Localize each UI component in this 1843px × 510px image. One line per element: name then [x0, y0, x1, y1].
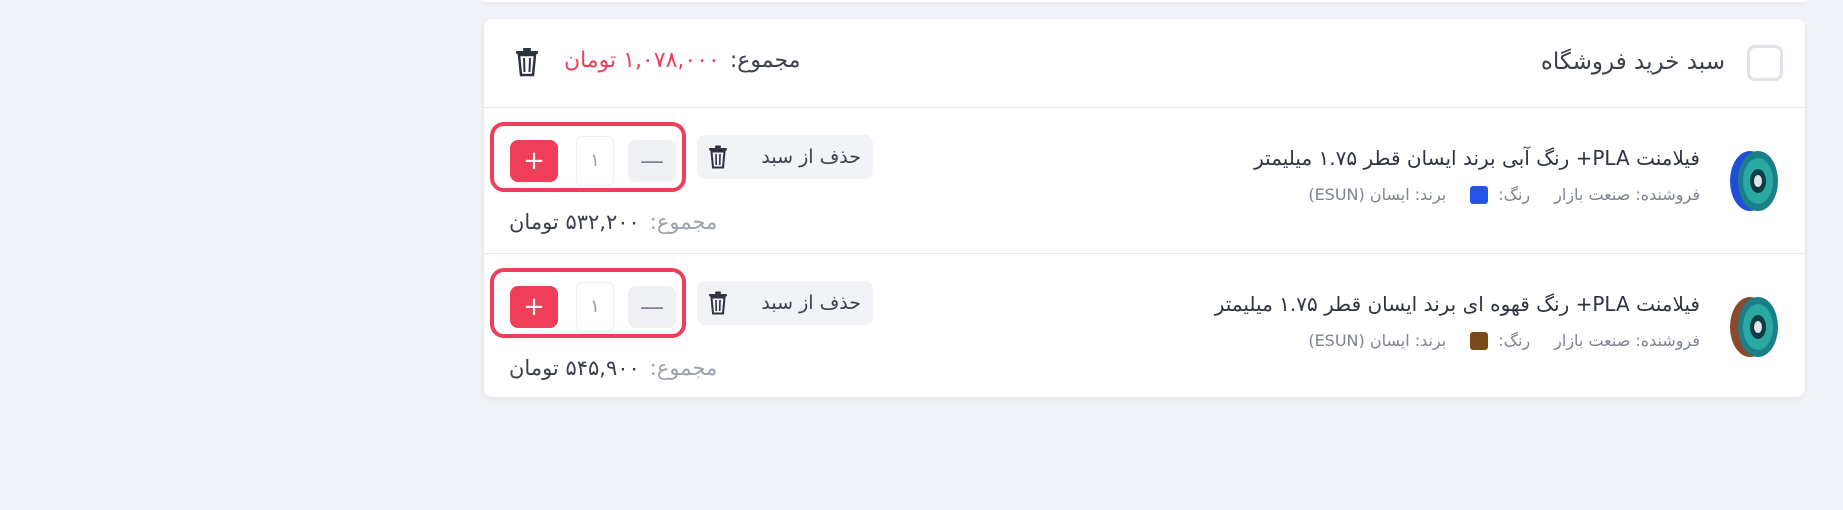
seller-label: فروشنده: صنعت بازار	[1554, 331, 1700, 350]
quantity-field[interactable]: ۱	[576, 282, 614, 332]
filament-spool-image[interactable]	[1726, 149, 1782, 213]
filament-spool-image[interactable]	[1726, 295, 1782, 359]
previous-card-edge	[484, 0, 1805, 2]
product-title[interactable]: فیلامنت PLA+ رنگ قهوه ای برند ایسان قطر …	[1215, 292, 1700, 316]
trash-icon[interactable]	[511, 45, 543, 79]
increase-quantity-button[interactable]: +	[510, 286, 558, 328]
quantity-field[interactable]: ۱	[576, 136, 614, 186]
item-total-label: مجموع:	[649, 210, 718, 234]
color-label: رنگ:	[1498, 185, 1531, 204]
item-total: مجموع: ۵۴۵,۹۰۰ تومان	[509, 356, 717, 380]
decrease-quantity-button[interactable]: —	[628, 286, 676, 328]
color-info: رنگ:	[1470, 331, 1530, 350]
remove-from-cart-button[interactable]: حذف از سبد	[697, 281, 873, 325]
color-info: رنگ:	[1470, 185, 1530, 204]
item-total-label: مجموع:	[649, 356, 718, 380]
cart-header: سبد خرید فروشگاه مجموع: ۱,۰۷۸,۰۰۰ تومان	[484, 19, 1805, 108]
color-swatch	[1470, 185, 1489, 204]
product-meta: فروشنده: صنعت بازار رنگ: برند: ایسان (ES…	[1308, 185, 1700, 204]
trash-icon	[705, 290, 731, 316]
quantity-stepper: + ۱ —	[490, 268, 686, 338]
item-total-value: ۵۴۵,۹۰۰ تومان	[509, 356, 640, 380]
select-all-checkbox[interactable]	[1747, 45, 1783, 81]
decrease-quantity-button[interactable]: —	[628, 140, 676, 182]
product-meta: فروشنده: صنعت بازار رنگ: برند: ایسان (ES…	[1308, 331, 1700, 350]
brand-label: برند: ایسان (ESUN)	[1308, 331, 1447, 350]
cart-title: سبد خرید فروشگاه	[1540, 49, 1725, 75]
cart-total-value: ۱,۰۷۸,۰۰۰ تومان	[564, 48, 720, 73]
increase-quantity-button[interactable]: +	[510, 140, 558, 182]
color-swatch	[1470, 331, 1489, 350]
cart-total-label: مجموع:	[729, 48, 801, 73]
cart-card: سبد خرید فروشگاه مجموع: ۱,۰۷۸,۰۰۰ تومان	[484, 19, 1805, 397]
cart-item: فیلامنت PLA+ رنگ قهوه ای برند ایسان قطر …	[484, 254, 1805, 400]
item-total: مجموع: ۵۳۲,۲۰۰ تومان	[509, 210, 717, 234]
brand-label: برند: ایسان (ESUN)	[1308, 185, 1447, 204]
cart-item: فیلامنت PLA+ رنگ آبی برند ایسان قطر ۱.۷۵…	[484, 108, 1805, 254]
remove-label: حذف از سبد	[761, 146, 861, 168]
trash-icon	[705, 144, 731, 170]
quantity-stepper: + ۱ —	[490, 122, 686, 192]
remove-label: حذف از سبد	[761, 292, 861, 314]
seller-label: فروشنده: صنعت بازار	[1554, 185, 1700, 204]
cart-total: مجموع: ۱,۰۷۸,۰۰۰ تومان	[564, 48, 800, 73]
item-total-value: ۵۳۲,۲۰۰ تومان	[509, 210, 640, 234]
color-label: رنگ:	[1498, 331, 1531, 350]
remove-from-cart-button[interactable]: حذف از سبد	[697, 135, 873, 179]
product-title[interactable]: فیلامنت PLA+ رنگ آبی برند ایسان قطر ۱.۷۵…	[1254, 146, 1700, 170]
